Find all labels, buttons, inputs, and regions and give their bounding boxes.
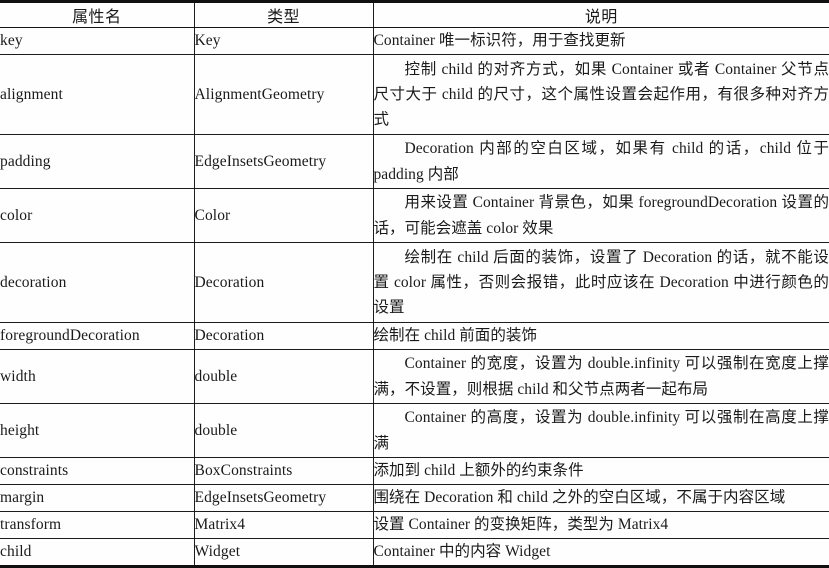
cell-property-description: Container 的宽度，设置为 double.infinity 可以强制在宽… bbox=[372, 349, 829, 404]
cell-property-name: child bbox=[0, 538, 195, 568]
cell-property-type: double bbox=[193, 403, 374, 458]
table-row: width double Container 的宽度，设置为 double.infi… bbox=[0, 349, 829, 404]
cell-property-type: double bbox=[193, 349, 374, 404]
cell-property-name: alignment bbox=[0, 54, 195, 135]
column-header-description: 说明 bbox=[372, 0, 829, 28]
cell-property-description: 绘制在 child 后面的装饰，设置了 Decoration 的话，就不能设置 … bbox=[372, 242, 829, 323]
cell-property-type: EdgeInsetsGeometry bbox=[193, 134, 374, 189]
cell-property-type: Color bbox=[193, 188, 374, 243]
cell-property-name: constraints bbox=[0, 457, 195, 485]
cell-property-name: height bbox=[0, 403, 195, 458]
cell-property-type: Key bbox=[193, 27, 374, 55]
table-row: key Key Container 唯一标识符，用于查找更新 bbox=[0, 27, 829, 55]
cell-property-type: Decoration bbox=[193, 322, 374, 350]
table-header-row: 属性名 类型 说明 bbox=[0, 0, 829, 28]
table-row: alignment AlignmentGeometry 控制 child 的对齐方式… bbox=[0, 54, 829, 135]
cell-property-description: Container 的高度，设置为 double.infinity 可以强制在高… bbox=[372, 403, 829, 458]
cell-property-description: 控制 child 的对齐方式，如果 Container 或者 Container… bbox=[372, 54, 829, 135]
column-header-property-name: 属性名 bbox=[0, 0, 195, 28]
document-page: 属性名 类型 说明 key Key Container 唯一标识符，用于查找更新 al… bbox=[0, 0, 829, 568]
table-row: constraints BoxConstraints 添加到 child 上额外的约… bbox=[0, 457, 829, 485]
cell-property-name: padding bbox=[0, 134, 195, 189]
cell-property-name: width bbox=[0, 349, 195, 404]
cell-property-type: BoxConstraints bbox=[193, 457, 374, 485]
table-body: key Key Container 唯一标识符，用于查找更新 alignment Ali… bbox=[0, 27, 829, 568]
table-row: height double Container 的高度，设置为 double.inf… bbox=[0, 403, 829, 458]
cell-property-type: Widget bbox=[193, 538, 374, 568]
cell-property-type: AlignmentGeometry bbox=[193, 54, 374, 135]
table-header: 属性名 类型 说明 bbox=[0, 0, 829, 28]
cell-property-description: 绘制在 child 前面的装饰 bbox=[372, 322, 829, 350]
cell-property-description: 添加到 child 上额外的约束条件 bbox=[372, 457, 829, 485]
cell-property-name: transform bbox=[0, 511, 195, 539]
table-row: foregroundDecoration Decoration 绘制在 child … bbox=[0, 322, 829, 350]
cell-property-description: Decoration 内部的空白区域，如果有 child 的话，child 位于… bbox=[372, 134, 829, 189]
cell-property-description: 设置 Container 的变换矩阵，类型为 Matrix4 bbox=[372, 511, 829, 539]
cell-property-type: EdgeInsetsGeometry bbox=[193, 484, 374, 512]
table-row: color Color 用来设置 Container 背景色，如果 foregrou… bbox=[0, 188, 829, 243]
cell-property-name: key bbox=[0, 27, 195, 55]
container-properties-table: 属性名 类型 说明 key Key Container 唯一标识符，用于查找更新 al… bbox=[0, 0, 829, 568]
cell-property-type: Decoration bbox=[193, 242, 374, 323]
table-row: margin EdgeInsetsGeometry 围绕在 Decoration 和… bbox=[0, 484, 829, 512]
column-header-type: 类型 bbox=[193, 0, 374, 28]
table-row: transform Matrix4 设置 Container 的变换矩阵，类型为 M… bbox=[0, 511, 829, 539]
cell-property-description: Container 唯一标识符，用于查找更新 bbox=[372, 27, 829, 55]
cell-property-name: color bbox=[0, 188, 195, 243]
table-row: padding EdgeInsetsGeometry Decoration 内部的空… bbox=[0, 134, 829, 189]
cell-property-description: 用来设置 Container 背景色，如果 foregroundDecorati… bbox=[372, 188, 829, 243]
table-row: child Widget Container 中的内容 Widget bbox=[0, 538, 829, 568]
cell-property-type: Matrix4 bbox=[193, 511, 374, 539]
table-row: decoration Decoration 绘制在 child 后面的装饰，设置了 … bbox=[0, 242, 829, 323]
cell-property-description: Container 中的内容 Widget bbox=[372, 538, 829, 568]
cell-property-name: margin bbox=[0, 484, 195, 512]
cell-property-name: foregroundDecoration bbox=[0, 322, 195, 350]
cell-property-name: decoration bbox=[0, 242, 195, 323]
cell-property-description: 围绕在 Decoration 和 child 之外的空白区域，不属于内容区域 bbox=[372, 484, 829, 512]
